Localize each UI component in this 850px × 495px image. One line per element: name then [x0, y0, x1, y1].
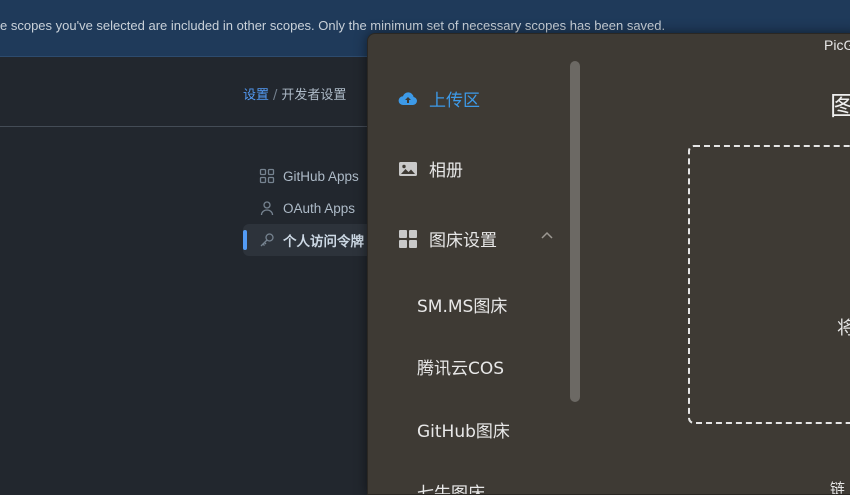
submenu-item-github[interactable]: GitHub图床 — [417, 417, 510, 442]
drop-zone-text: 将 — [837, 314, 850, 340]
link-format-label: 链 — [830, 480, 846, 495]
nav-item-label: OAuth Apps — [283, 200, 356, 216]
submenu-item-qiniu[interactable]: 七牛图床 — [417, 479, 485, 494]
chevron-up-icon[interactable] — [540, 230, 554, 240]
developer-settings-nav: GitHub Apps OAuth Apps 个人访问令牌 — [243, 160, 373, 256]
menu-item-label: 图床设置 — [429, 231, 497, 251]
menu-item-label: 相册 — [429, 161, 463, 181]
sidebar-scrollbar[interactable] — [570, 61, 580, 402]
menu-item-bed-settings[interactable]: 图床设置 — [398, 226, 497, 251]
breadcrumb-settings-link[interactable]: 设置 — [243, 88, 269, 103]
cloud-upload-icon — [398, 91, 417, 105]
breadcrumb-separator: / — [273, 88, 278, 103]
submenu-item-tencent-cos[interactable]: 腾讯云COS — [417, 354, 504, 379]
grid-icon — [399, 229, 417, 248]
nav-item-personal-access-tokens[interactable]: 个人访问令牌 — [243, 224, 373, 256]
picgo-window: PicG 上传区 相册 图床设置 — [367, 33, 850, 495]
menu-item-label: 上传区 — [429, 91, 480, 111]
key-icon — [260, 233, 274, 247]
picgo-sidebar: 上传区 相册 图床设置 SM.MS图床 腾讯云COS GitHub图床 七牛图床 — [368, 34, 573, 494]
upload-drop-zone[interactable] — [688, 145, 850, 424]
submenu-item-smms[interactable]: SM.MS图床 — [417, 292, 507, 317]
window-title: PicG — [824, 37, 850, 53]
nav-item-label: 个人访问令牌 — [283, 234, 364, 249]
nav-item-label: GitHub Apps — [283, 168, 359, 184]
page-heading: 图 — [830, 86, 850, 123]
menu-item-album[interactable]: 相册 — [398, 156, 463, 181]
breadcrumb: 设置 / 开发者设置 — [243, 84, 346, 103]
menu-item-upload[interactable]: 上传区 — [398, 86, 480, 111]
person-icon — [260, 201, 274, 216]
nav-item-oauth-apps[interactable]: OAuth Apps — [243, 192, 373, 224]
apps-grid-icon — [259, 168, 275, 184]
nav-item-github-apps[interactable]: GitHub Apps — [243, 160, 373, 192]
breadcrumb-current: 开发者设置 — [281, 88, 347, 103]
flash-message: e scopes you've selected are included in… — [0, 18, 666, 33]
image-icon — [399, 161, 417, 176]
